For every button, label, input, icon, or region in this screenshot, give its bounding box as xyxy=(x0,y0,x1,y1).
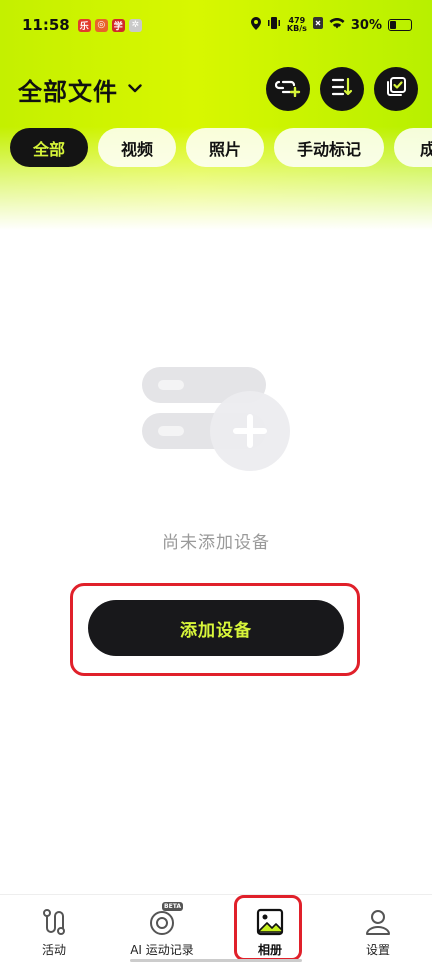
activity-route-icon xyxy=(39,907,69,937)
folder-selector[interactable]: 全部文件 xyxy=(18,72,142,107)
battery-icon xyxy=(388,19,412,31)
nav-item-album[interactable]: 相册 xyxy=(216,895,324,964)
net-speed-unit: KB/s xyxy=(286,24,307,33)
person-settings-icon xyxy=(363,907,393,937)
nav-item-activity[interactable]: 活动 xyxy=(0,895,108,964)
wifi-icon xyxy=(329,17,345,33)
sort-icon xyxy=(331,77,353,101)
beta-badge: BETA xyxy=(162,902,183,911)
location-icon xyxy=(250,16,261,34)
tab-video[interactable]: 视频 xyxy=(98,128,176,167)
link-add-icon xyxy=(274,77,301,101)
notification-app-icon: ◎ xyxy=(94,18,108,32)
chevron-down-icon xyxy=(128,81,142,97)
tab-photo[interactable]: 照片 xyxy=(186,128,264,167)
multi-select-button[interactable] xyxy=(374,67,418,111)
empty-state-message: 尚未添加设备 xyxy=(162,533,270,553)
tab-more[interactable]: 成 xyxy=(394,128,432,167)
select-copy-icon xyxy=(385,76,407,102)
status-bar: 11:58 乐 ◎ 学 ✲ 479 KB/s 30% xyxy=(0,0,432,50)
page-header: 全部文件 xyxy=(0,66,432,112)
vibrate-icon xyxy=(267,17,281,33)
empty-device-illustration xyxy=(142,365,292,475)
page-title: 全部文件 xyxy=(18,77,118,106)
status-time: 11:58 xyxy=(22,16,70,34)
nav-item-settings[interactable]: 设置 xyxy=(324,895,432,964)
status-right-group: 479 KB/s 30% xyxy=(250,16,412,34)
net-speed: 479 KB/s xyxy=(287,17,307,33)
battery-percent: 30% xyxy=(350,17,382,33)
ai-record-icon: BETA xyxy=(147,902,183,937)
tab-manual-mark[interactable]: 手动标记 xyxy=(274,128,384,167)
tab-all[interactable]: 全部 xyxy=(10,128,88,167)
notification-app-icon: 学 xyxy=(111,18,125,32)
notification-app-icon: ✲ xyxy=(128,18,142,32)
bottom-nav: 活动 BETA AI 运动记录 相册 设置 xyxy=(0,894,432,964)
filter-tabs: 全部 视频 照片 手动标记 成 xyxy=(10,128,432,168)
add-device-link-button[interactable] xyxy=(266,67,310,111)
notification-app-icon: 乐 xyxy=(77,18,91,32)
album-image-icon xyxy=(255,907,285,937)
add-device-button[interactable]: 添加设备 xyxy=(88,600,344,656)
nav-label: 相册 xyxy=(257,943,282,957)
sim-x-icon xyxy=(312,17,323,33)
sort-button[interactable] xyxy=(320,67,364,111)
nav-label: AI 运动记录 xyxy=(130,943,194,957)
nav-label: 设置 xyxy=(365,943,390,957)
nav-item-ai-record[interactable]: BETA AI 运动记录 xyxy=(108,895,216,964)
nav-label: 活动 xyxy=(41,943,66,957)
header-actions xyxy=(266,67,418,111)
home-indicator xyxy=(130,959,302,962)
